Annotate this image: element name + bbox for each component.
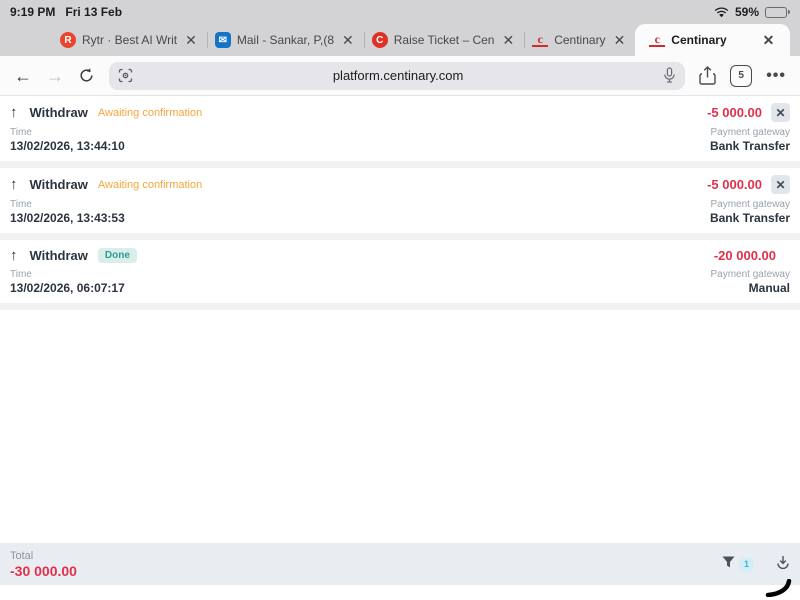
withdraw-arrow-icon: ↑ xyxy=(10,247,18,264)
time-value: 13/02/2026, 13:44:10 xyxy=(10,139,125,153)
tab-rytr[interactable]: R Rytr · Best AI Writ ✕ xyxy=(52,24,207,56)
tab-mail[interactable]: ✉ Mail - Sankar, P,(8 ✕ xyxy=(207,24,364,56)
cancel-transaction-button[interactable]: ✕ xyxy=(771,175,790,194)
wifi-icon xyxy=(714,7,729,18)
filter-count-badge: 1 xyxy=(739,557,754,572)
time-value: 13/02/2026, 13:43:53 xyxy=(10,211,125,225)
status-bar: 9:19 PM Fri 13 Feb 59% xyxy=(0,0,800,24)
transaction-amount: -5 000.00 xyxy=(707,177,762,192)
tab-title: Centinary xyxy=(671,33,726,47)
rytr-favicon-icon: R xyxy=(60,32,76,48)
gateway-label: Payment gateway xyxy=(711,269,791,280)
gateway-value: Bank Transfer xyxy=(710,139,790,153)
total-label: Total xyxy=(10,550,77,562)
tab-close-icon[interactable]: ✕ xyxy=(612,32,628,49)
time-value: 13/02/2026, 06:07:17 xyxy=(10,281,125,295)
battery-icon xyxy=(765,7,790,18)
gateway-label: Payment gateway xyxy=(710,199,790,210)
transaction-type: Withdraw xyxy=(30,177,88,192)
address-bar[interactable]: platform.centinary.com xyxy=(109,62,685,90)
status-badge: Awaiting confirmation xyxy=(98,107,202,119)
centinary-favicon-icon: c xyxy=(532,33,548,47)
status-date: Fri 13 Feb xyxy=(65,5,122,19)
battery-percent: 59% xyxy=(735,5,759,19)
gateway-label: Payment gateway xyxy=(710,127,790,138)
status-time: 9:19 PM xyxy=(10,5,55,19)
tab-raise-ticket[interactable]: C Raise Ticket – Cen ✕ xyxy=(364,24,524,56)
download-button[interactable] xyxy=(776,555,790,574)
bottom-strip xyxy=(0,585,800,600)
tab-close-icon[interactable]: ✕ xyxy=(183,32,199,49)
tab-centinary[interactable]: c Centinary ✕ xyxy=(524,24,635,56)
time-label: Time xyxy=(10,199,125,210)
cancel-transaction-button[interactable]: ✕ xyxy=(771,103,790,122)
reload-button[interactable] xyxy=(78,67,95,84)
more-menu-button[interactable]: ••• xyxy=(766,67,786,85)
tab-title: Centinary xyxy=(554,33,605,47)
transaction-type: Withdraw xyxy=(30,248,88,263)
gateway-value: Manual xyxy=(711,281,791,295)
tab-title: Raise Ticket – Cen xyxy=(394,33,495,47)
share-button[interactable] xyxy=(699,66,716,86)
status-badge: Awaiting confirmation xyxy=(98,179,202,191)
tab-title: Rytr · Best AI Writ xyxy=(82,33,177,47)
transaction-list: ↑ Withdraw Awaiting confirmation -5 000.… xyxy=(0,96,800,543)
total-value: -30 000.00 xyxy=(10,563,77,579)
filter-button[interactable]: 1 xyxy=(722,555,754,573)
tabs-overview-button[interactable]: 5 xyxy=(730,65,752,87)
tab-close-icon[interactable]: ✕ xyxy=(761,32,777,49)
tab-centinary-active[interactable]: c Centinary ✕ xyxy=(635,24,790,56)
total-bar: Total -30 000.00 1 xyxy=(0,543,800,585)
tab-close-icon[interactable]: ✕ xyxy=(500,32,516,49)
tab-close-icon[interactable]: ✕ xyxy=(340,32,356,49)
forward-button[interactable]: → xyxy=(46,67,64,85)
centinary-favicon-icon: c xyxy=(649,33,665,47)
time-label: Time xyxy=(10,269,125,280)
filter-funnel-icon xyxy=(722,555,735,573)
url-text[interactable]: platform.centinary.com xyxy=(141,68,655,83)
tab-title: Mail - Sankar, P,(8 xyxy=(237,33,334,47)
withdraw-arrow-icon: ↑ xyxy=(10,176,18,193)
microphone-icon[interactable] xyxy=(663,67,676,84)
time-label: Time xyxy=(10,127,125,138)
transaction-type: Withdraw xyxy=(30,105,88,120)
browser-toolbar: ← → platform.centinary.com 5 •• xyxy=(0,56,800,96)
ticket-favicon-icon: C xyxy=(372,32,388,48)
outlook-favicon-icon: ✉ xyxy=(215,32,231,48)
corner-curve-mark xyxy=(754,579,792,600)
transaction-row[interactable]: ↑ Withdraw Done -20 000.00 Time 13/02/20… xyxy=(0,240,800,310)
status-badge: Done xyxy=(98,248,137,263)
transaction-amount: -5 000.00 xyxy=(707,105,762,120)
gateway-value: Bank Transfer xyxy=(710,211,790,225)
transaction-row[interactable]: ↑ Withdraw Awaiting confirmation -5 000.… xyxy=(0,96,800,168)
back-button[interactable]: ← xyxy=(14,67,32,85)
transaction-row[interactable]: ↑ Withdraw Awaiting confirmation -5 000.… xyxy=(0,168,800,240)
page-scan-icon[interactable] xyxy=(118,68,133,83)
tab-strip: R Rytr · Best AI Writ ✕ ✉ Mail - Sankar,… xyxy=(0,24,800,56)
withdraw-arrow-icon: ↑ xyxy=(10,104,18,121)
transaction-amount: -20 000.00 xyxy=(714,248,776,263)
